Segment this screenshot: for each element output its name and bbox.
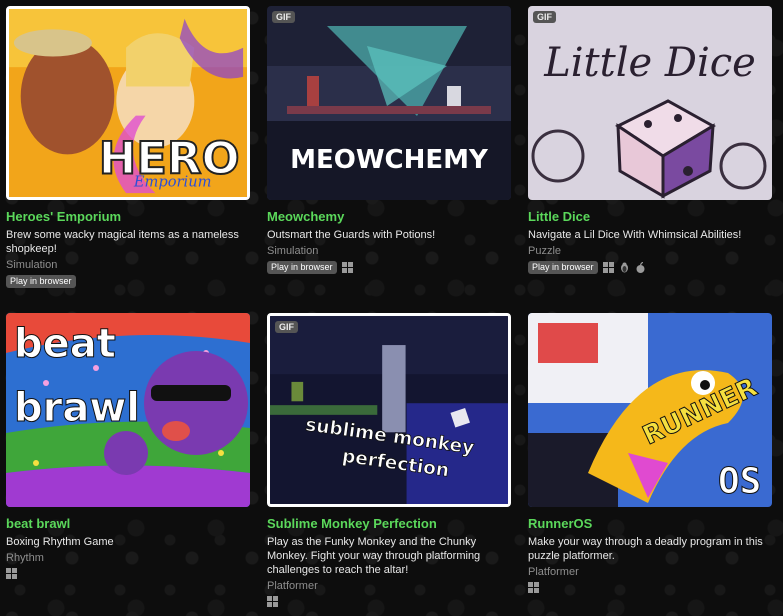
game-thumbnail[interactable]: beat brawl (6, 313, 250, 507)
game-card[interactable]: sublime monkey perfection GIF Sublime Mo… (267, 313, 511, 607)
sublime-monkey-perfection-cover-art: sublime monkey perfection (270, 316, 508, 504)
windows-icon (602, 262, 614, 273)
game-description: Play as the Funky Monkey and the Chunky … (267, 536, 481, 576)
gif-badge: GIF (272, 11, 295, 23)
svg-text:OS: OS (718, 461, 761, 502)
apple-icon (636, 262, 645, 273)
game-description: Outsmart the Guards with Potions! (267, 229, 436, 241)
gif-badge: GIF (533, 11, 556, 23)
game-card[interactable]: beat brawl beat brawl Boxing Rhythm Game… (6, 313, 250, 579)
windows-icon (6, 568, 17, 579)
game-thumbnail[interactable]: MEOWCHEMY GIF (267, 6, 511, 200)
game-card[interactable]: Little Dice GIF Little Dice Navigate a L… (528, 6, 772, 274)
game-card[interactable]: MEOWCHEMY GIF Meowchemy Outsmart the Gua… (267, 6, 511, 274)
game-description: Brew some wacky magical items as a namel… (6, 229, 239, 255)
svg-text:beat: beat (14, 321, 116, 367)
platform-row (267, 596, 511, 607)
game-genre: Rhythm (6, 552, 44, 564)
svg-text:brawl: brawl (14, 385, 140, 431)
game-description: Make your way through a deadly program i… (528, 536, 763, 562)
game-card[interactable]: HERO Emporium Heroes' Emporium Brew some… (6, 6, 250, 288)
play-in-browser-badge: Play in browser (267, 261, 337, 274)
platform-row: Play in browser (528, 261, 772, 274)
svg-text:Little Dice: Little Dice (543, 40, 756, 86)
linux-icon (620, 262, 628, 273)
little-dice-cover-art: Little Dice (528, 6, 772, 200)
game-title[interactable]: Heroes' Emporium (6, 209, 250, 225)
game-thumbnail[interactable]: RUNNER OS (528, 313, 772, 507)
windows-icon (267, 596, 278, 607)
svg-text:MEOWCHEMY: MEOWCHEMY (290, 145, 489, 175)
game-thumbnail[interactable]: sublime monkey perfection GIF (267, 313, 511, 507)
game-card[interactable]: RUNNER OS RunnerOS Make your way through… (528, 313, 772, 593)
game-title[interactable]: Meowchemy (267, 209, 511, 225)
platform-row (6, 568, 250, 579)
game-title[interactable]: RunnerOS (528, 516, 772, 532)
game-title[interactable]: Little Dice (528, 209, 772, 225)
play-in-browser-badge: Play in browser (528, 261, 598, 274)
meowchemy-cover-art: MEOWCHEMY (267, 6, 511, 200)
heroes-emporium-cover-art: HERO Emporium (9, 9, 247, 197)
platform-row: Play in browser (267, 261, 511, 274)
game-title[interactable]: beat brawl (6, 516, 250, 532)
game-genre: Platformer (528, 566, 579, 578)
game-genre: Platformer (267, 580, 318, 592)
platform-row (528, 582, 772, 593)
game-description: Boxing Rhythm Game (6, 536, 114, 548)
gif-badge: GIF (275, 321, 298, 333)
windows-icon (528, 582, 539, 593)
runneros-cover-art: RUNNER OS (528, 313, 772, 507)
windows-icon (341, 262, 353, 273)
game-title[interactable]: Sublime Monkey Perfection (267, 516, 511, 532)
game-genre: Simulation (267, 245, 319, 257)
game-genre: Simulation (6, 259, 58, 271)
game-thumbnail[interactable]: Little Dice GIF (528, 6, 772, 200)
game-description: Navigate a Lil Dice With Whimsical Abili… (528, 229, 742, 241)
platform-row: Play in browser (6, 275, 250, 288)
svg-text:Emporium: Emporium (133, 173, 212, 190)
game-thumbnail[interactable]: HERO Emporium (6, 6, 250, 200)
beat-brawl-cover-art: beat brawl (6, 313, 250, 507)
play-in-browser-badge: Play in browser (6, 275, 76, 288)
game-genre: Puzzle (528, 245, 562, 257)
